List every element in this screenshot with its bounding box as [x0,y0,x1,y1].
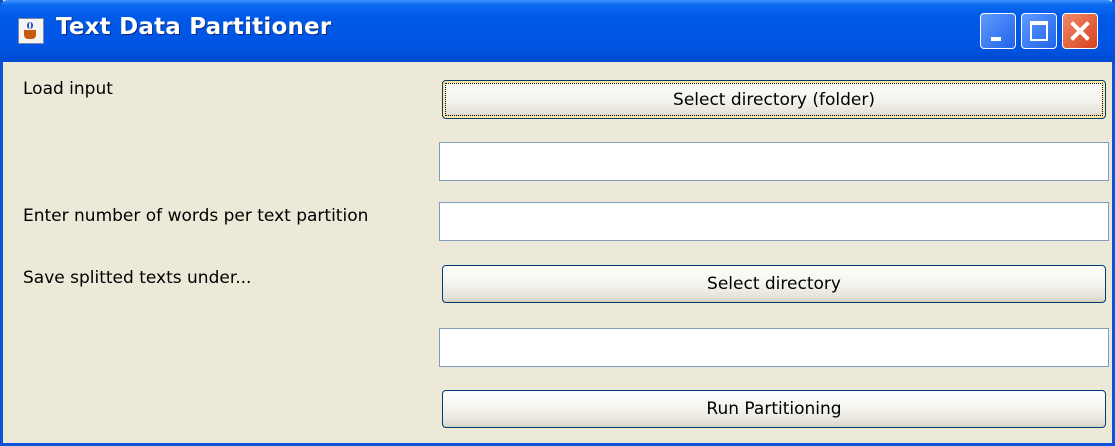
run-partitioning-button[interactable]: Run Partitioning [442,390,1106,428]
save-output-label: Save splitted texts under... [23,268,252,288]
window-title: Text Data Partitioner [56,14,332,40]
app-window: Text Data Partitioner Load input Select … [0,0,1115,446]
maximize-button[interactable] [1021,13,1057,49]
close-icon [1063,14,1097,48]
minimize-icon [991,37,1001,41]
load-input-label: Load input [23,79,113,99]
maximize-icon [1030,21,1048,41]
input-path-field[interactable] [439,142,1109,181]
java-cup-icon[interactable] [18,18,44,44]
output-path-field[interactable] [439,328,1109,367]
select-input-directory-button[interactable]: Select directory (folder) [442,80,1106,119]
close-button[interactable] [1062,13,1098,49]
words-per-partition-field[interactable] [439,202,1109,241]
select-output-directory-button[interactable]: Select directory [442,265,1106,303]
minimize-button[interactable] [980,13,1016,49]
title-bar[interactable]: Text Data Partitioner [0,0,1115,62]
words-per-partition-label: Enter number of words per text partition [23,206,369,226]
